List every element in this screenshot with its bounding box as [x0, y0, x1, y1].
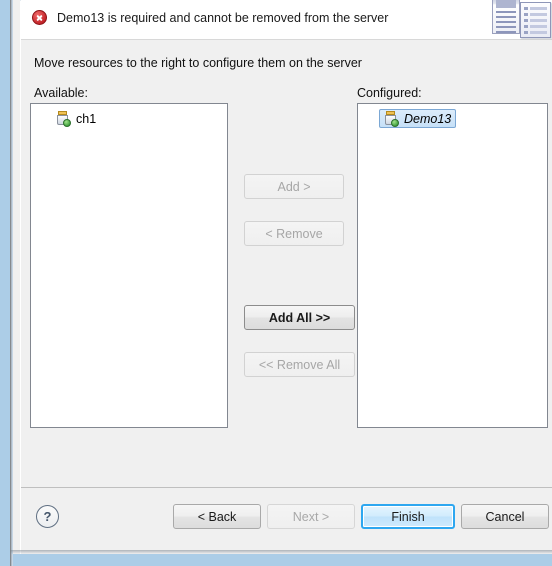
- available-list[interactable]: ch1: [30, 103, 228, 428]
- instruction-text: Move resources to the right to configure…: [34, 56, 362, 70]
- document-list-icon: [520, 2, 551, 38]
- dialog-message-bar: Demo13 is required and cannot be removed…: [21, 0, 552, 40]
- wizard-dialog: Demo13 is required and cannot be removed…: [0, 0, 552, 566]
- help-icon[interactable]: ?: [36, 505, 59, 528]
- module-jar-icon: [56, 111, 71, 127]
- available-list-label: Available:: [34, 86, 88, 100]
- dialog-message-row: Demo13 is required and cannot be removed…: [32, 10, 388, 25]
- list-item[interactable]: ch1: [52, 109, 100, 128]
- document-stack-icon: [492, 0, 520, 34]
- list-item-label: ch1: [76, 111, 97, 126]
- list-item-label: Demo13: [404, 111, 452, 126]
- add-button[interactable]: Add >: [244, 174, 344, 199]
- next-button[interactable]: Next >: [267, 504, 355, 529]
- header-icon-group: [488, 0, 552, 40]
- back-button[interactable]: < Back: [173, 504, 261, 529]
- add-all-button[interactable]: Add All >>: [244, 305, 355, 330]
- configured-list-label: Configured:: [357, 86, 422, 100]
- error-icon: [32, 10, 47, 25]
- configured-list[interactable]: Demo13: [357, 103, 548, 428]
- cancel-button[interactable]: Cancel: [461, 504, 549, 529]
- dialog-footer: ? < Back Next > Finish Cancel: [21, 488, 552, 554]
- dialog-body: Move resources to the right to configure…: [21, 40, 552, 487]
- remove-button[interactable]: < Remove: [244, 221, 344, 246]
- module-jar-icon: [384, 111, 399, 127]
- dialog-message-text: Demo13 is required and cannot be removed…: [57, 10, 389, 25]
- window-bottom-shadow: [10, 550, 552, 554]
- finish-button[interactable]: Finish: [361, 504, 455, 529]
- remove-all-button[interactable]: << Remove All: [244, 352, 355, 377]
- list-item[interactable]: Demo13: [379, 109, 457, 128]
- window-left-edge: [10, 0, 13, 566]
